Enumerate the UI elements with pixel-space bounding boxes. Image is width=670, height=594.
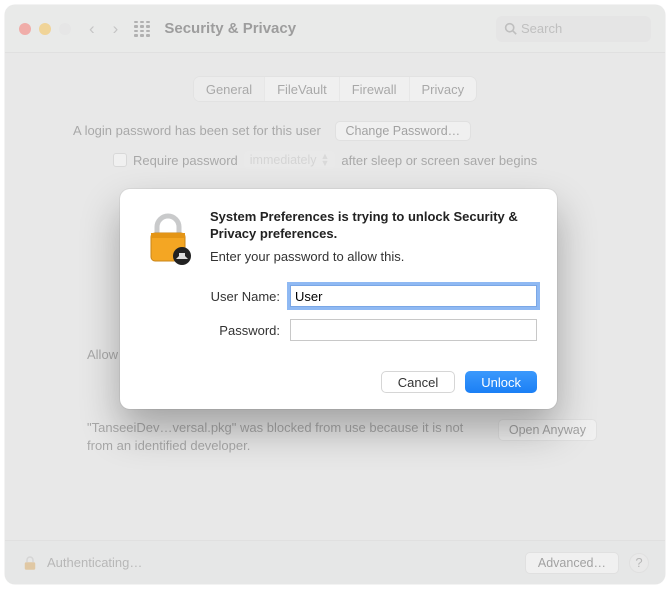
preferences-window: ‹ › Security & Privacy Search General Fi… [5,5,665,584]
username-input[interactable] [290,285,537,307]
auth-form: User Name: Password: [140,285,537,353]
password-input[interactable] [290,319,537,341]
cancel-button[interactable]: Cancel [381,371,455,393]
username-label: User Name: [140,289,290,304]
dialog-title: System Preferences is trying to unlock S… [210,209,537,243]
unlock-button[interactable]: Unlock [465,371,537,393]
auth-dialog: System Preferences is trying to unlock S… [120,189,557,409]
lock-badge-icon [140,209,196,265]
dialog-subtitle: Enter your password to allow this. [210,249,537,264]
password-label: Password: [140,323,290,338]
